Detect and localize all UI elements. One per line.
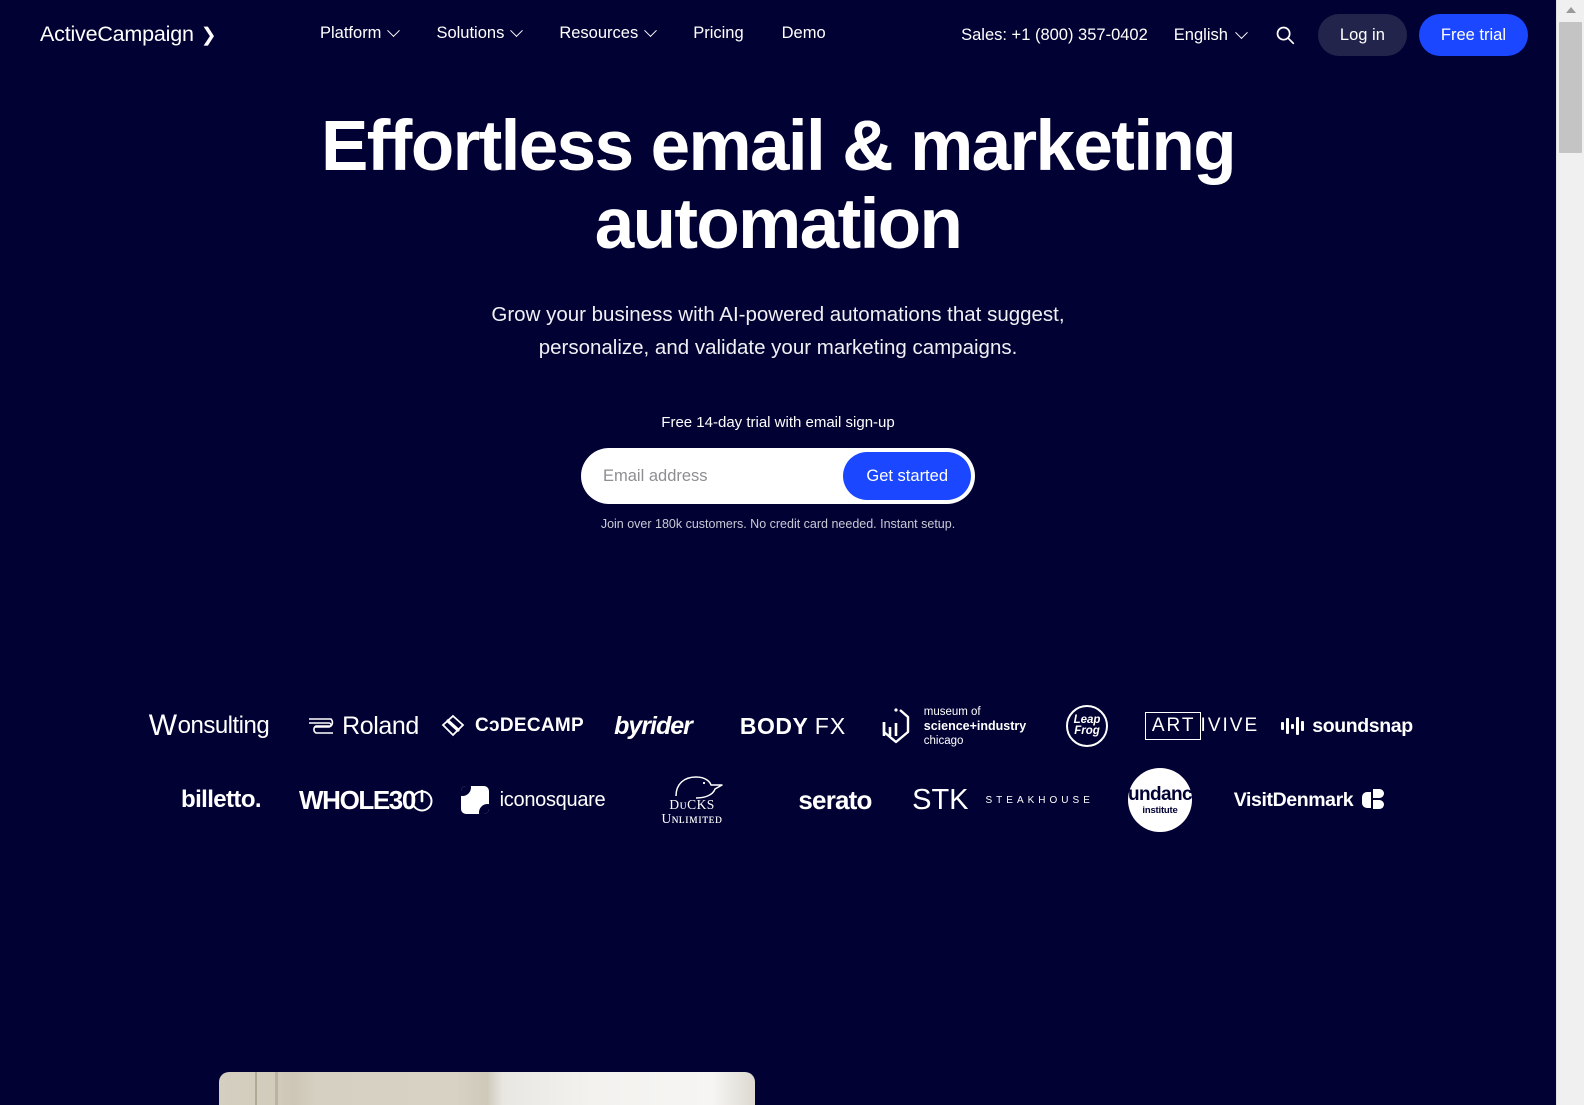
logo-wonsulting: Wonsulting [129,698,289,754]
logo-text: W [148,709,177,742]
nav-item-solutions[interactable]: Solutions [436,24,524,43]
brand-chevron-icon: ❯ [200,25,217,46]
chevron-down-icon [387,24,401,38]
logo-leapfrog: Leap Frog [1037,698,1137,754]
logo-serato: serato [765,772,905,828]
logo-text: institute [1142,804,1178,816]
logo-text: chicago [923,734,964,747]
iconosquare-mark-icon [460,786,489,814]
nav-label: Demo [781,24,826,42]
logo-text: VisitDenmark [1233,788,1354,811]
chevron-down-icon [510,24,524,38]
logo-byrider: byrider [587,698,719,754]
roland-mark-icon [309,718,334,734]
logo-row-2: billetto. WHOLE30 iconosquare DᴜCKS Uɴʟɪ… [0,768,1556,832]
logo-billetto: billetto. [157,772,285,828]
nav-item-platform[interactable]: Platform [320,24,401,43]
scroll-up-arrow-icon[interactable] [1557,0,1584,20]
header-actions: Sales: +1 (800) 357-0402 English Log in … [961,14,1528,56]
logo-text: sundance [1118,783,1203,805]
page-scrollbar[interactable] [1556,0,1584,1105]
logo-artivive: ART IVIVE [1137,698,1267,754]
hero-subtitle: Grow your business with AI-powered autom… [491,303,1065,359]
activecampaign-logo[interactable]: ActiveCampaign ❯ [40,22,217,47]
language-selector[interactable]: English [1173,25,1248,45]
nav-label: Pricing [693,24,744,42]
logo-text: onsulting [177,712,270,739]
logo-text: byrider [614,711,693,740]
logo-iconosquare: iconosquare [447,772,619,828]
logo-stk-steakhouse: STK STEAKHOUSE [905,772,1101,828]
hero-section: Effortless email & marketing automation … [0,107,1556,532]
chevron-down-icon [644,24,658,38]
logo-text: WHOLE30 [299,784,416,815]
logo-text: museum of [923,705,981,718]
logo-visitdenmark: VisitDenmark [1219,772,1399,828]
logo-museum-science-industry: museum of science+industry chicago [867,698,1037,754]
log-in-button[interactable]: Log in [1317,14,1407,56]
logo-text: CɔDECAMP [474,715,585,736]
logo-roland: Roland [289,698,437,754]
codecamp-mark-icon [441,714,465,737]
waveform-icon [1281,717,1305,735]
logo-soundsnap: soundsnap [1267,698,1427,754]
whole30-mark-icon [411,789,433,812]
nav-label: Solutions [436,24,505,42]
logo-text: Uɴʟɪᴍɪᴛᴇᴅ [661,811,723,826]
customer-logo-wall: Wonsulting Roland CɔDECAMP byrider BODY … [0,698,1556,832]
language-label: English [1173,25,1228,44]
logo-text: iconosquare [499,788,606,811]
trial-label: Free 14-day trial with email sign-up [661,414,895,431]
logo-bodyfx: BODY FX [719,698,867,754]
logo-text: DᴜCKS [669,797,715,812]
logo-whole30: WHOLE30 [285,772,447,828]
chevron-down-icon [1235,25,1248,39]
logo-text: serato [798,784,872,815]
logo-row-1: Wonsulting Roland CɔDECAMP byrider BODY … [0,698,1556,754]
email-input[interactable] [585,466,844,486]
logo-text: STK [912,783,969,816]
logo-text: Roland [342,711,419,740]
email-signup-form: Get started [581,448,975,504]
nav-item-pricing[interactable]: Pricing [693,24,743,43]
scrollbar-thumb[interactable] [1559,22,1582,153]
logo-ducks-unlimited: DᴜCKS Uɴʟɪᴍɪᴛᴇᴅ [619,772,765,828]
free-trial-button[interactable]: Free trial [1418,14,1528,56]
logo-codecamp: CɔDECAMP [437,698,587,754]
logo-text: Frog [1074,725,1100,737]
get-started-button[interactable]: Get started [843,452,971,500]
nav-label: Platform [320,24,382,42]
page-title: Effortless email & marketing automation [320,107,1237,264]
logo-text: science+industry [923,718,1027,733]
logo-text: billetto. [181,786,262,813]
page-content: ActiveCampaign ❯ Platform Solutions Reso… [0,0,1556,1105]
nav-label: Resources [559,24,639,42]
browser-viewport: ActiveCampaign ❯ Platform Solutions Reso… [0,0,1584,1105]
brand-name: ActiveCampaign [40,22,194,46]
nav-item-resources[interactable]: Resources [559,24,658,43]
msi-mark-icon [882,708,909,744]
logo-text: IVIVE [1200,715,1260,736]
site-header: ActiveCampaign ❯ Platform Solutions Reso… [0,0,1556,72]
hero-product-image-peek [219,1072,755,1105]
sales-phone-link[interactable]: Sales: +1 (800) 357-0402 [961,26,1148,45]
logo-text: soundsnap [1312,714,1413,737]
visitdenmark-mark-icon [1362,789,1385,811]
nav-item-demo[interactable]: Demo [782,24,826,43]
logo-text: ART [1144,712,1201,740]
logo-text: FX [814,712,847,739]
search-icon[interactable] [1272,22,1298,48]
logo-text: STEAKHOUSE [985,794,1094,806]
signup-fine-print: Join over 180k customers. No credit card… [600,517,956,531]
logo-sundance-institute: sundance institute [1101,768,1219,832]
logo-text: BODY [739,712,808,739]
primary-nav: Platform Solutions Resources Pricing Dem… [320,24,826,43]
